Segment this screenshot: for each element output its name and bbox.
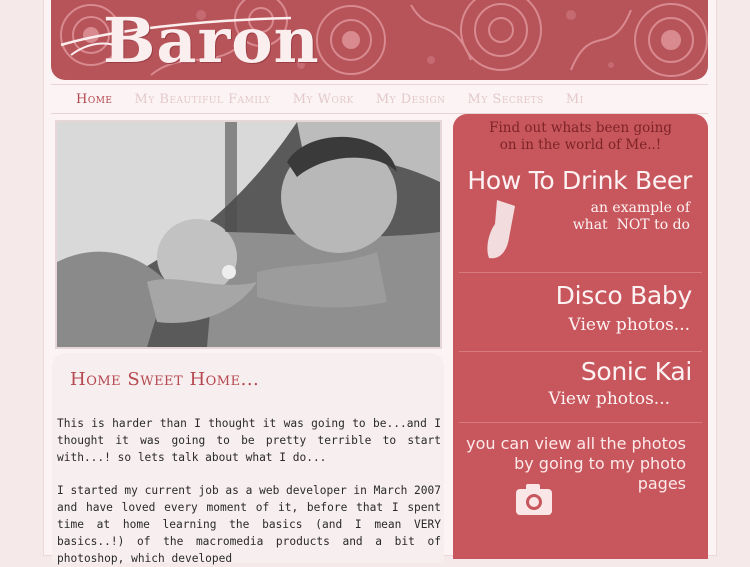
- nav-item-secrets[interactable]: My Secrets: [468, 92, 544, 107]
- intro-paragraph: This is harder than I thought it was goi…: [57, 417, 441, 464]
- feature-subtitle-beer[interactable]: an example of what NOT to do: [573, 200, 690, 234]
- divider: [459, 351, 702, 352]
- camera-icon[interactable]: [515, 482, 553, 520]
- nav-item-home[interactable]: Home: [76, 92, 113, 107]
- sidebar: Find out whats been going on in the worl…: [453, 114, 708, 559]
- site-logo[interactable]: Baron: [103, 6, 320, 76]
- feature-title-beer[interactable]: How To Drink Beer: [467, 166, 692, 195]
- header-banner: Baron: [51, 0, 708, 80]
- main-nav: Home My Beautiful Family My Work My Desi…: [51, 84, 708, 114]
- page-container: Baron Home My Beautiful Family My Work M…: [44, 0, 716, 565]
- view-photos-link-sonic[interactable]: View photos...: [549, 391, 671, 408]
- nav-item-design[interactable]: My Design: [376, 92, 446, 107]
- divider: [459, 272, 702, 273]
- divider: [459, 422, 702, 423]
- feature-title-disco-baby[interactable]: Disco Baby: [556, 281, 693, 310]
- featured-photo: [55, 120, 442, 349]
- nav-item-family[interactable]: My Beautiful Family: [135, 92, 271, 107]
- view-photos-link-disco[interactable]: View photos...: [569, 317, 691, 334]
- sidebar-intro: Find out whats been going on in the worl…: [489, 120, 672, 153]
- nav-item-more[interactable]: Mi: [566, 92, 584, 107]
- beer-glass-icon: [483, 198, 523, 268]
- body-paragraph: I started my current job as a web develo…: [57, 484, 441, 565]
- nav-item-work[interactable]: My Work: [293, 92, 354, 107]
- feature-title-sonic-kai[interactable]: Sonic Kai: [581, 357, 692, 386]
- main-content: Home Sweet Home... This is harder than I…: [52, 353, 444, 565]
- photo-pages-note[interactable]: you can view all the photos by going to …: [466, 434, 686, 494]
- page-heading: Home Sweet Home...: [70, 369, 260, 390]
